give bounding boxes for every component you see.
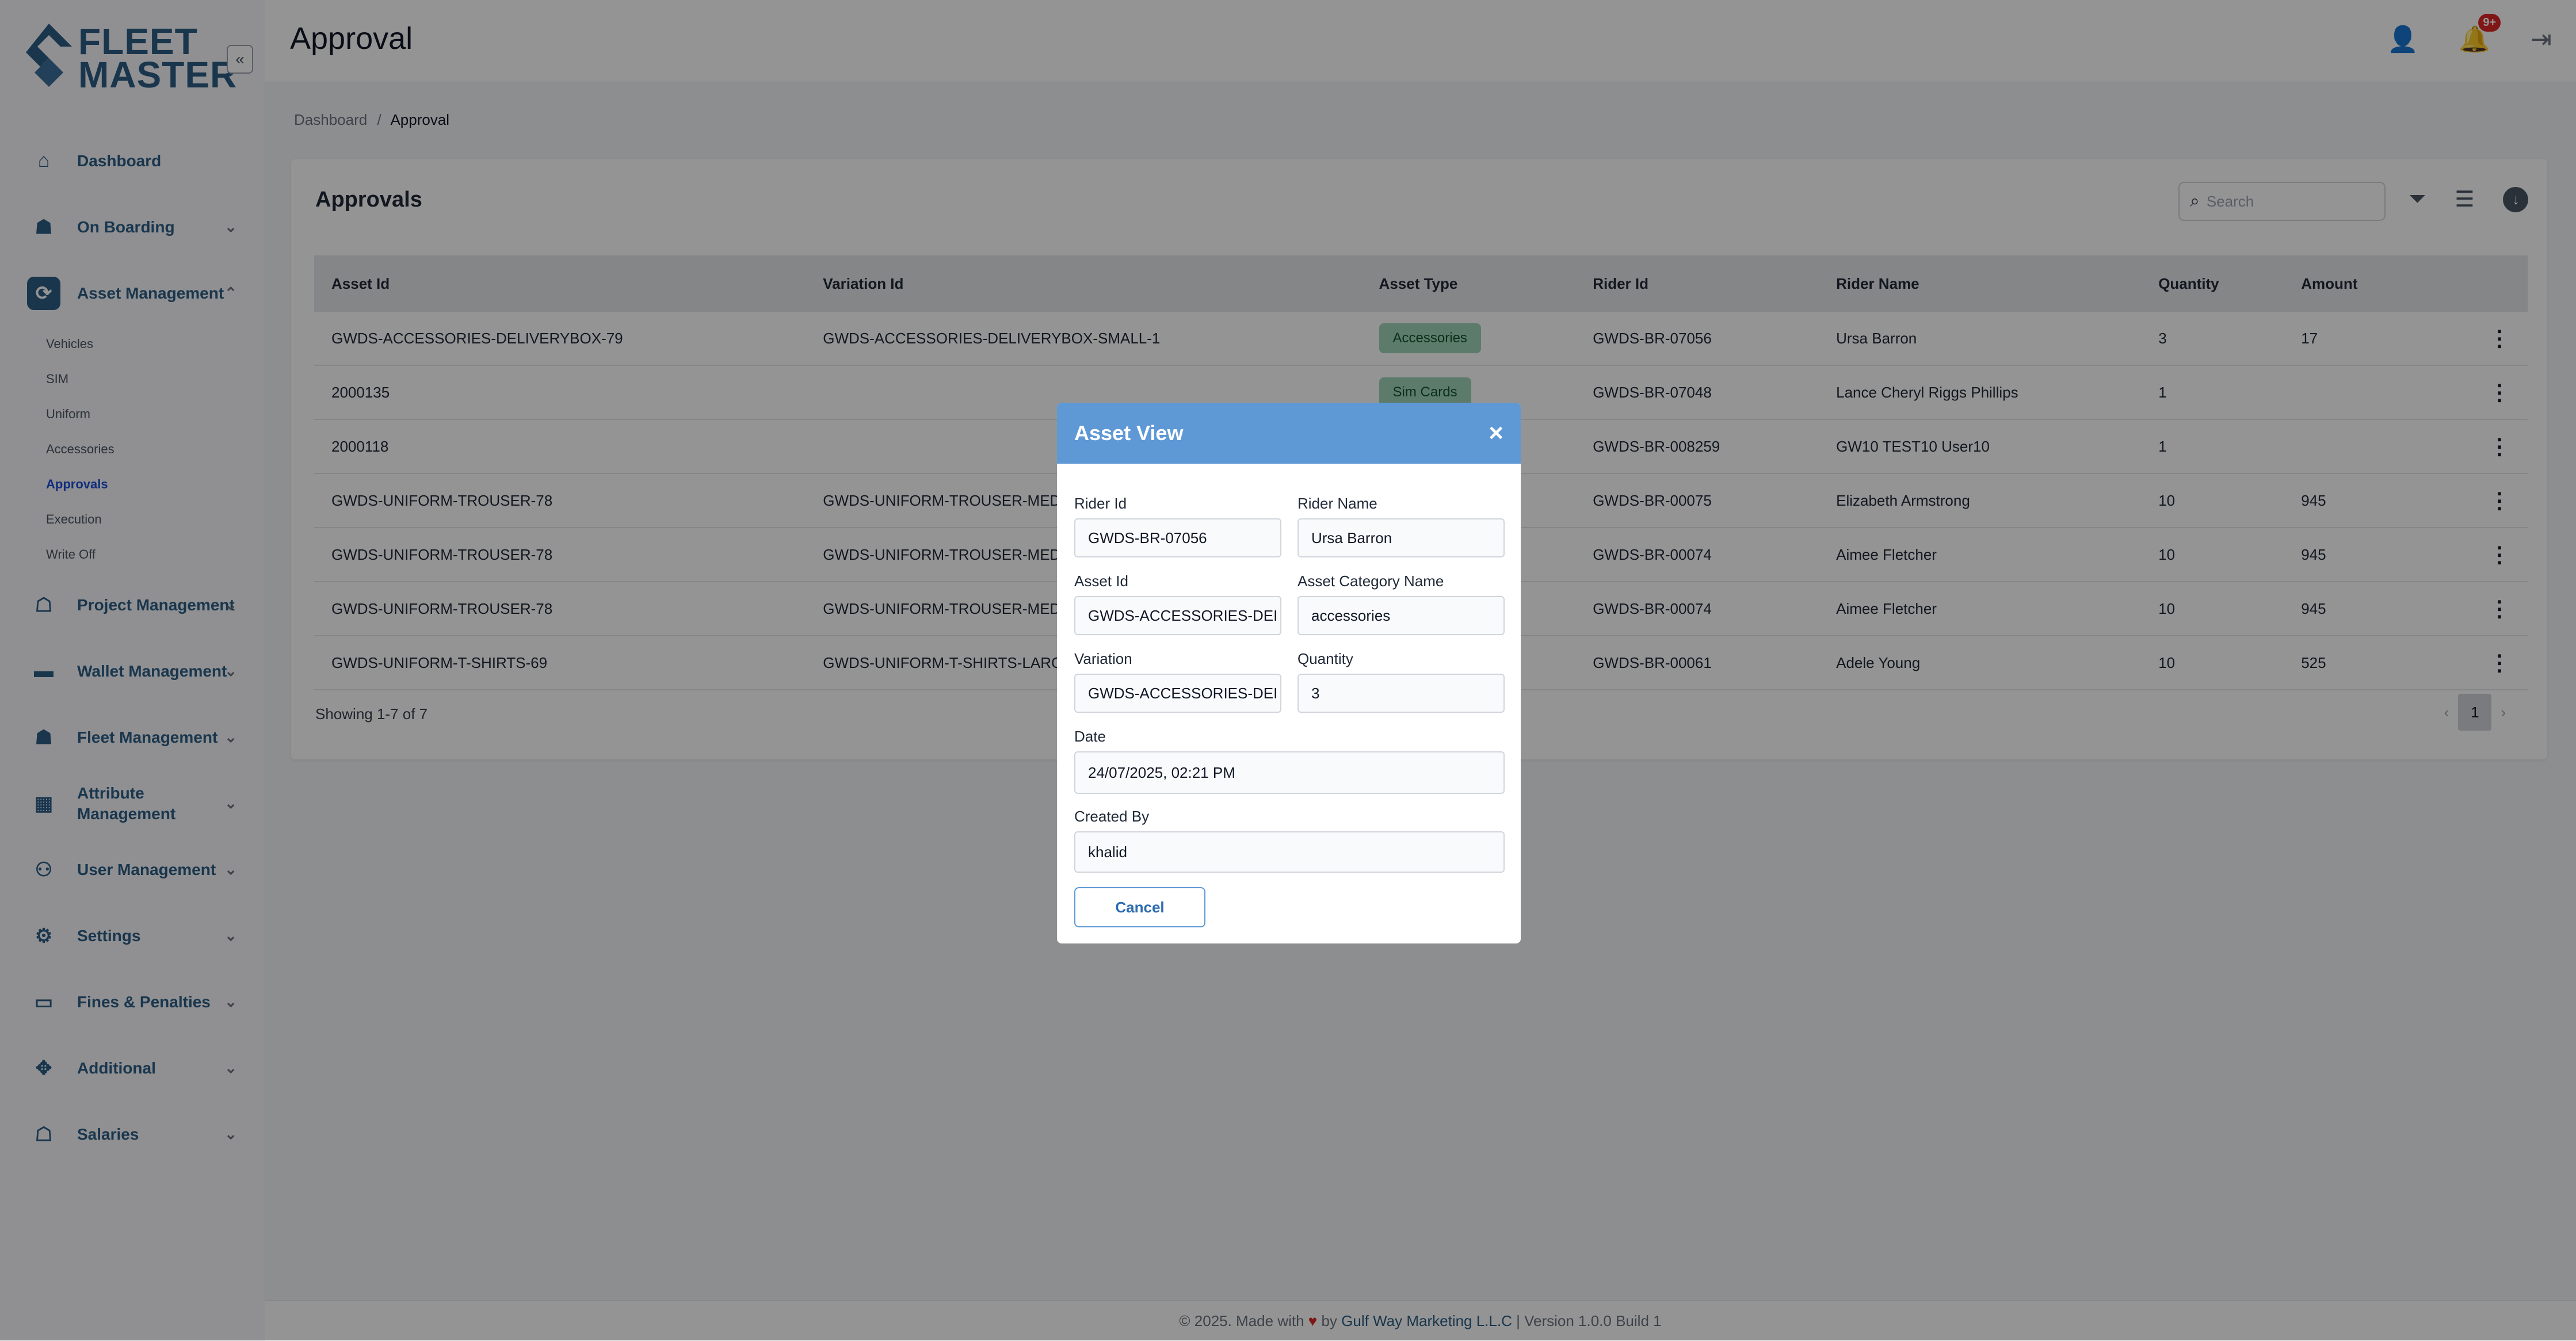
rider-id-field-group: Rider Id GWDS-BR-07056 [1074, 495, 1281, 557]
asset-id-field-group: Asset Id GWDS-ACCESSORIES-DEI [1074, 572, 1281, 635]
asset-id-field[interactable]: GWDS-ACCESSORIES-DEI [1074, 596, 1281, 635]
created-by-label: Created By [1074, 808, 1150, 825]
variation-label: Variation [1074, 650, 1132, 667]
rider-name-field[interactable]: Ursa Barron [1297, 518, 1505, 557]
asset-view-modal: Asset View × Rider Id GWDS-BR-07056 Ride… [1057, 403, 1521, 943]
variation-field-group: Variation GWDS-ACCESSORIES-DEI [1074, 650, 1281, 713]
modal-header: Asset View × [1057, 403, 1521, 464]
created-by-field[interactable]: khalid [1074, 831, 1505, 873]
asset-id-label: Asset Id [1074, 572, 1128, 590]
quantity-field[interactable]: 3 [1297, 674, 1505, 713]
date-label: Date [1074, 728, 1106, 745]
quantity-label: Quantity [1297, 650, 1353, 667]
modal-title: Asset View [1074, 421, 1184, 445]
rider-name-label: Rider Name [1297, 495, 1377, 512]
asset-category-label: Asset Category Name [1297, 572, 1444, 590]
close-icon[interactable]: × [1489, 419, 1503, 448]
rider-name-field-group: Rider Name Ursa Barron [1297, 495, 1505, 557]
variation-field[interactable]: GWDS-ACCESSORIES-DEI [1074, 674, 1281, 713]
rider-id-label: Rider Id [1074, 495, 1127, 512]
rider-id-field[interactable]: GWDS-BR-07056 [1074, 518, 1281, 557]
date-field[interactable]: 24/07/2025, 02:21 PM [1074, 751, 1505, 794]
asset-category-field-group: Asset Category Name accessories [1297, 572, 1505, 635]
cancel-button[interactable]: Cancel [1074, 887, 1205, 927]
asset-category-field[interactable]: accessories [1297, 596, 1505, 635]
created-by-field-group: Created By khalid [1074, 808, 1505, 873]
date-field-group: Date 24/07/2025, 02:21 PM [1074, 728, 1505, 794]
quantity-field-group: Quantity 3 [1297, 650, 1505, 713]
